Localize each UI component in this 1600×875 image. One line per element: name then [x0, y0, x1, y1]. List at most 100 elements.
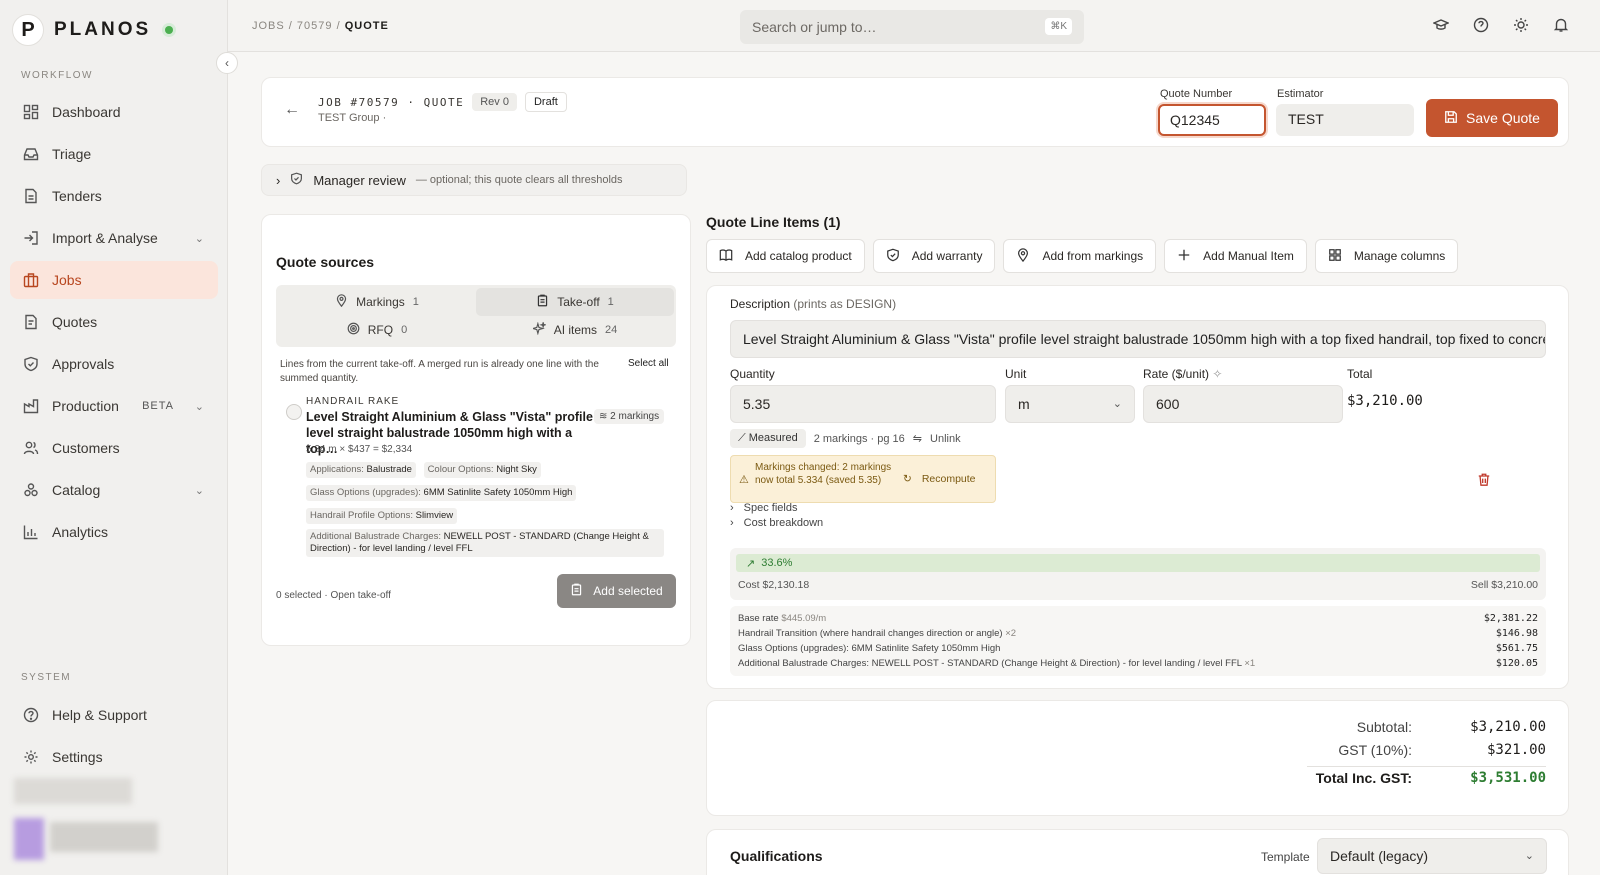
trash-icon[interactable]: [1477, 472, 1491, 490]
sidebar-item-customers[interactable]: Customers: [10, 429, 218, 467]
bell-icon[interactable]: [1552, 16, 1570, 34]
tab-count: 1: [412, 296, 419, 308]
add-from-markings-button[interactable]: Add from markings: [1003, 239, 1157, 273]
chevron-down-icon[interactable]: ⌄: [195, 232, 204, 245]
save-quote-button[interactable]: Save Quote: [1426, 99, 1558, 137]
topbar: JOBS / 70579 / QUOTE Search or jump to… …: [228, 0, 1600, 52]
tab-count: 0: [401, 324, 408, 336]
job-title: JOB #70579 · QUOTE: [318, 95, 465, 109]
sidebar-item-help[interactable]: Help & Support: [10, 696, 218, 734]
sidebar-item-triage[interactable]: Triage: [10, 135, 218, 173]
collapse-sidebar-button[interactable]: ‹: [216, 52, 238, 74]
sidebar-item-jobs[interactable]: Jobs: [10, 261, 218, 299]
sidebar-item-quotes[interactable]: Quotes: [10, 303, 218, 341]
cost-breakdown-toggle[interactable]: › Cost breakdown: [730, 517, 823, 529]
select-all-link[interactable]: Select all: [628, 358, 669, 369]
unlink-icon: ⇋: [912, 433, 923, 445]
search-input[interactable]: Search or jump to… ⌘K: [740, 10, 1084, 44]
quote-number-input[interactable]: Q12345: [1158, 104, 1266, 136]
catalog-icon: [22, 481, 40, 499]
tag-key: Colour Options:: [427, 464, 494, 475]
rate-label: Rate ($/unit) ✧: [1143, 367, 1222, 381]
map-pin-icon: [1016, 247, 1030, 265]
spec-fields-toggle[interactable]: › Spec fields: [730, 502, 797, 514]
topbar-icons: [1432, 16, 1570, 34]
chevron-down-icon[interactable]: ⌄: [195, 484, 204, 497]
breadcrumb: JOBS / 70579 / QUOTE: [252, 20, 389, 32]
tab-ai-items[interactable]: AI items 24: [476, 316, 674, 344]
qualifications-card: Qualifications Template Default (legacy)…: [706, 829, 1569, 875]
rate-input[interactable]: 600: [1143, 385, 1343, 423]
description-label: Description (prints as DESIGN): [730, 297, 896, 311]
breadcrumb-job-id[interactable]: 70579: [297, 20, 333, 32]
sun-icon[interactable]: [1512, 16, 1530, 34]
tag-value: Balustrade: [366, 464, 412, 475]
manager-review-toggle[interactable]: › Manager review — optional; this quote …: [261, 164, 687, 196]
tab-markings[interactable]: Markings 1: [278, 288, 476, 316]
button-label: Add from markings: [1042, 249, 1144, 263]
chevron-down-icon[interactable]: ⌄: [195, 400, 204, 413]
description-input[interactable]: Level Straight Aluminium & Glass "Vista"…: [730, 320, 1546, 358]
refresh-icon: ↻: [903, 473, 912, 485]
back-arrow-icon[interactable]: ←: [284, 101, 300, 119]
selected-count[interactable]: 0 selected · Open take-off: [276, 590, 391, 601]
sidebar-item-catalog[interactable]: Catalog ⌄: [10, 471, 218, 509]
chevron-down-icon: ⌄: [1112, 398, 1122, 410]
shield-check-icon: [290, 172, 303, 188]
rate-label-text: Rate ($/unit): [1143, 367, 1210, 381]
unit-select[interactable]: m ⌄: [1005, 385, 1135, 423]
sidebar-item-dashboard[interactable]: Dashboard: [10, 93, 218, 131]
breakdown-label: Additional Balustrade Charges: NEWELL PO…: [738, 658, 1242, 669]
system-nav: Help & Support Settings: [10, 696, 218, 780]
add-catalog-product-button[interactable]: Add catalog product: [706, 239, 865, 273]
brand[interactable]: P PLANOS: [12, 14, 174, 46]
help-icon[interactable]: [1472, 16, 1490, 34]
sidebar-item-analytics[interactable]: Analytics: [10, 513, 218, 551]
template-select[interactable]: Default (legacy) ⌄: [1317, 838, 1547, 874]
sparkles-icon[interactable]: ✧: [1212, 367, 1222, 381]
tab-rfq[interactable]: RFQ 0: [278, 316, 476, 344]
shield-check-icon: [22, 355, 40, 373]
subtotal-value: $3,210.00: [1470, 719, 1546, 735]
sidebar-item-import-analyse[interactable]: Import & Analyse ⌄: [10, 219, 218, 257]
table-row: Glass Options (upgrades): 6MM Satinlite …: [738, 641, 1538, 656]
add-manual-item-button[interactable]: Add Manual Item: [1164, 239, 1307, 273]
recompute-button[interactable]: ↻ Recompute: [903, 473, 976, 485]
recompute-label: Recompute: [921, 473, 976, 485]
source-item-checkbox[interactable]: [286, 404, 302, 420]
tag-key: Handrail Profile Options:: [310, 510, 413, 521]
beta-badge: BETA: [142, 400, 174, 412]
breadcrumb-separator: /: [336, 20, 341, 32]
sidebar-item-label: Approvals: [52, 356, 115, 372]
breadcrumb-jobs[interactable]: JOBS: [252, 20, 285, 32]
breakdown-amount: $120.05: [1495, 658, 1538, 669]
breakdown-amount: $561.75: [1495, 643, 1538, 654]
sidebar-item-label: Customers: [52, 440, 120, 456]
table-row: Handrail Transition (where handrail chan…: [738, 626, 1538, 641]
quantity-input[interactable]: 5.35: [730, 385, 996, 423]
breakdown-amount: $146.98: [1495, 628, 1538, 639]
button-label: Manage columns: [1353, 249, 1446, 263]
sidebar-item-approvals[interactable]: Approvals: [10, 345, 218, 383]
brand-name: PLANOS: [54, 19, 152, 40]
unlink-button[interactable]: Unlink: [930, 433, 961, 445]
manage-columns-button[interactable]: Manage columns: [1314, 239, 1459, 273]
estimator-input[interactable]: TEST: [1276, 104, 1414, 136]
sidebar-item-tenders[interactable]: Tenders: [10, 177, 218, 215]
sidebar-item-production[interactable]: Production BETA ⌄: [10, 387, 218, 425]
sidebar-item-label: Help & Support: [52, 707, 147, 723]
tag: Applications: Balustrade: [306, 462, 416, 478]
sidebar-item-settings[interactable]: Settings: [10, 738, 218, 776]
graduation-cap-icon[interactable]: [1432, 16, 1450, 34]
markings-badge: ≋ 2 markings: [594, 409, 665, 424]
chevron-down-icon: ⌄: [1524, 850, 1534, 862]
sidebar-item-label: Analytics: [52, 524, 109, 540]
avatar[interactable]: [14, 818, 44, 860]
add-selected-button[interactable]: Add selected: [557, 574, 676, 608]
sidebar-item-label: Catalog: [52, 482, 101, 498]
user-name-redacted: [14, 778, 132, 804]
shield-icon: [886, 248, 900, 265]
add-warranty-button[interactable]: Add warranty: [872, 239, 996, 273]
tab-take-off[interactable]: Take-off 1: [476, 288, 674, 316]
target-icon: [347, 322, 360, 338]
